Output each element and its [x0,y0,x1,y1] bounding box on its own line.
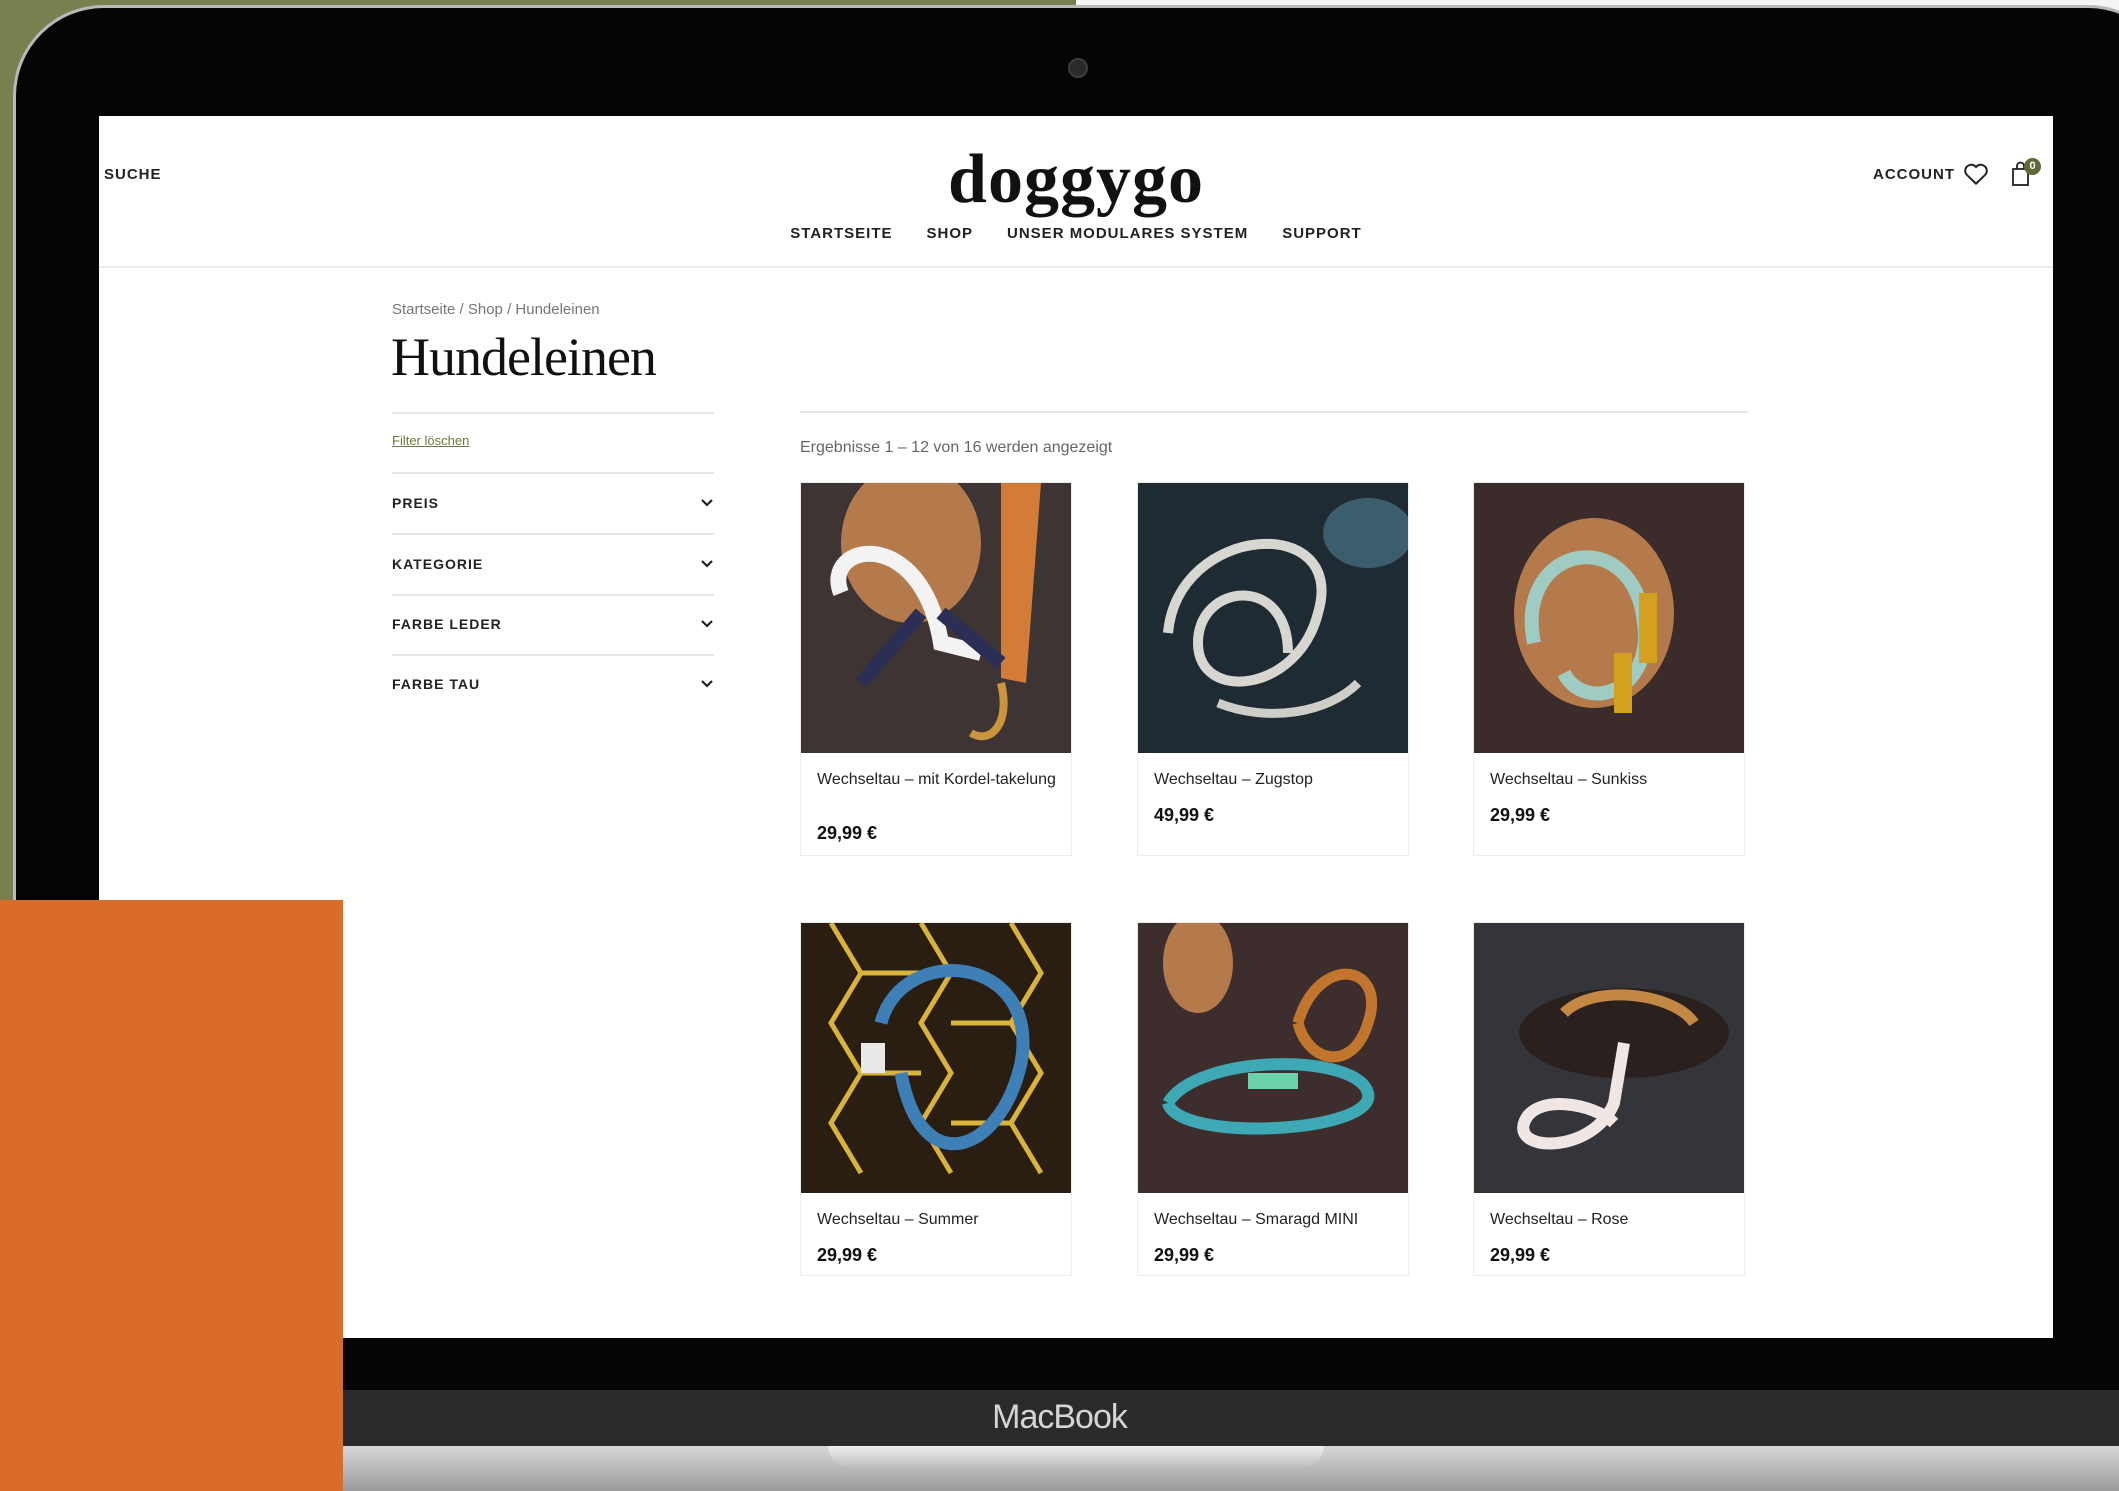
product-price: 49,99 € [1154,805,1215,825]
filter-label: FARBE TAU [392,676,481,692]
filter-farbe-tau[interactable]: FARBE TAU [392,673,714,695]
account-link[interactable]: ACCOUNT [1873,166,1955,183]
laptop-notch [828,1446,1324,1468]
filter-farbe-leder[interactable]: FARBE LEDER [392,613,714,635]
sidebar-divider [392,594,714,596]
sidebar-divider [392,412,714,414]
product-card[interactable]: Wechseltau – mit Kordel-takelung 29,99 € [800,482,1072,856]
chevron-down-icon [701,499,713,507]
nav-startseite[interactable]: STARTSEITE [790,225,892,242]
product-name[interactable]: Wechseltau – Smaragd MINI [1154,1211,1394,1229]
chevron-down-icon [701,680,713,688]
filter-label: PREIS [392,495,440,511]
product-price: 29,99 € [1154,1245,1215,1265]
product-name[interactable]: Wechseltau – mit Kordel-takelung [817,771,1057,789]
product-price: 29,99 € [1490,1245,1551,1265]
product-image[interactable] [801,923,1071,1193]
chevron-down-icon [701,620,713,628]
product-card[interactable]: Wechseltau – Summer 29,99 € [800,922,1072,1276]
product-card[interactable]: Wechseltau – Sunkiss 29,99 € [1473,482,1745,856]
laptop-screen: SUCHE doggygo STARTSEITE SHOP UNSER MODU… [99,116,2053,1338]
product-image[interactable] [1138,923,1408,1193]
breadcrumb[interactable]: Startseite / Shop / Hundeleinen [392,301,600,318]
product-card[interactable]: Wechseltau – Smaragd MINI 29,99 € [1137,922,1409,1276]
product-image[interactable] [801,483,1071,753]
main-navigation: STARTSEITE SHOP UNSER MODULARES SYSTEM S… [99,225,2053,242]
cart-count-badge: 0 [2024,158,2041,175]
filter-label: FARBE LEDER [392,616,502,632]
page-title: Hundeleinen [391,327,657,387]
wishlist-heart-icon[interactable] [1963,162,1989,186]
product-name[interactable]: Wechseltau – Zugstop [1154,771,1394,789]
nav-support[interactable]: SUPPORT [1282,225,1362,242]
product-name[interactable]: Wechseltau – Sunkiss [1490,771,1730,789]
product-image[interactable] [1474,483,1744,753]
header-divider [99,266,2053,268]
product-price: 29,99 € [817,823,878,843]
webcam-icon [1068,58,1088,78]
orange-decor-block [0,900,343,1491]
product-name[interactable]: Wechseltau – Summer [817,1211,1057,1229]
sidebar-divider [392,472,714,474]
chevron-down-icon [701,560,713,568]
product-price: 29,99 € [817,1245,878,1265]
product-name[interactable]: Wechseltau – Rose [1490,1211,1730,1229]
clear-filters-link[interactable]: Filter löschen [392,433,469,448]
filter-preis[interactable]: PREIS [392,492,714,514]
product-card[interactable]: Wechseltau – Rose 29,99 € [1473,922,1745,1276]
site-logo[interactable]: doggygo [99,140,2053,220]
sidebar-divider [392,533,714,535]
product-image[interactable] [1138,483,1408,753]
filter-label: KATEGORIE [392,556,484,572]
filter-kategorie[interactable]: KATEGORIE [392,553,714,575]
results-divider [800,411,1748,413]
product-card[interactable]: Wechseltau – Zugstop 49,99 € [1137,482,1409,856]
nav-modulares-system[interactable]: UNSER MODULARES SYSTEM [1007,225,1248,242]
nav-shop[interactable]: SHOP [927,225,974,242]
sidebar-divider [392,654,714,656]
product-price: 29,99 € [1490,805,1551,825]
product-image[interactable] [1474,923,1744,1193]
results-count: Ergebnisse 1 – 12 von 16 werden angezeig… [800,439,1113,456]
